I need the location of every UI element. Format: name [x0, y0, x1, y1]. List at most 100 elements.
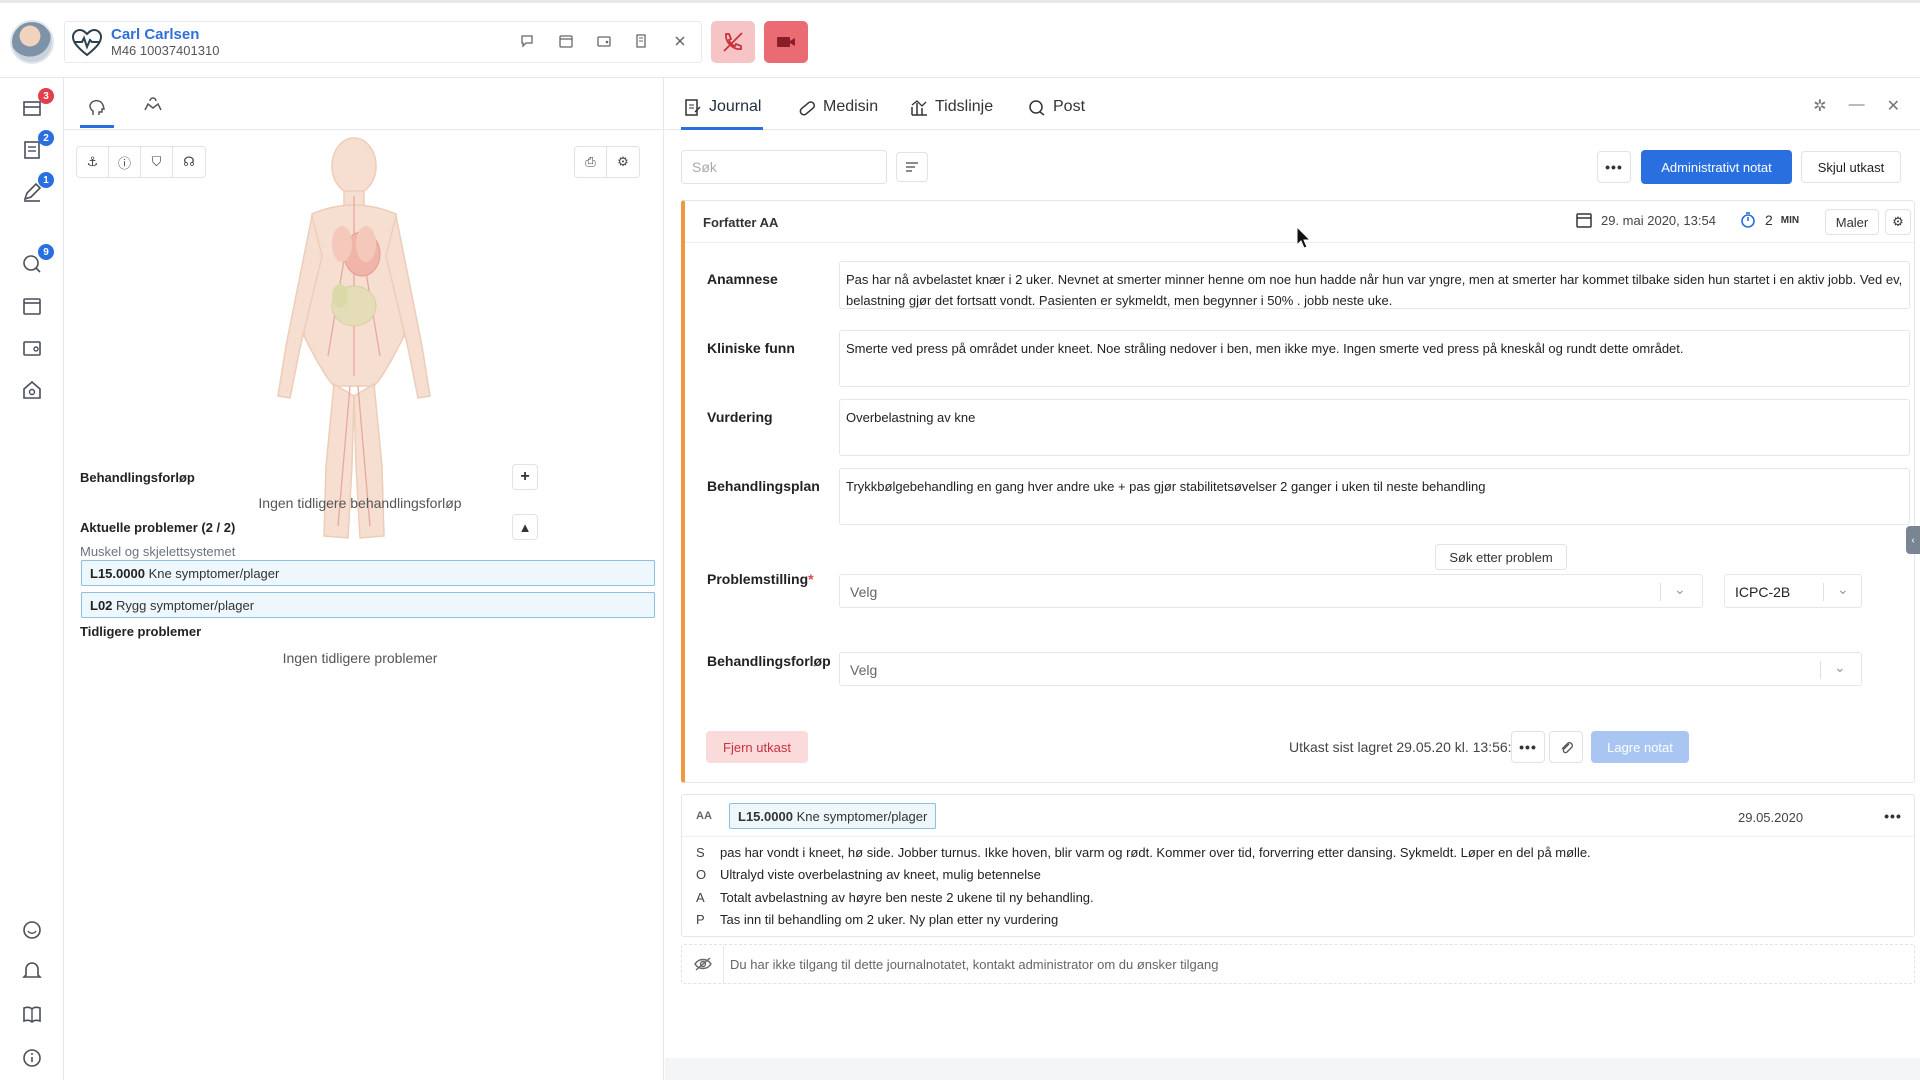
problem-text: Rygg symptomer/plager — [116, 598, 255, 613]
draft-status: Utkast sist lagret 29.05.20 kl. 13:56:40 — [1289, 739, 1528, 755]
chat-icon[interactable] — [519, 32, 537, 50]
tasks-badge: 1 — [38, 172, 54, 188]
hide-draft-button[interactable]: Skjul utkast — [1801, 151, 1901, 183]
alert-icon[interactable]: ⓘ — [109, 147, 141, 177]
chevron-down-icon: ⌄ — [1834, 659, 1846, 675]
filter-list-button[interactable] — [896, 152, 928, 182]
findings-field[interactable]: Smerte ved press på området under kneet.… — [839, 330, 1910, 387]
search-input[interactable]: Søk — [681, 150, 887, 184]
collapse-handle[interactable]: ‹ — [1906, 526, 1920, 554]
problem-select[interactable]: Velg ⌄ — [839, 574, 1703, 608]
document-list-icon[interactable] — [633, 32, 651, 50]
calendar-icon[interactable] — [557, 32, 575, 50]
problem-item[interactable]: L15.0000 Kne symptomer/plager — [81, 560, 655, 586]
tab-care[interactable] — [136, 90, 170, 118]
chart-icon — [911, 100, 927, 116]
inbox-badge: 3 — [38, 88, 54, 104]
anatomy-figure[interactable] — [264, 136, 444, 546]
chevron-left-icon: ‹ — [1911, 534, 1915, 546]
video-button[interactable] — [764, 21, 808, 63]
code-system-select[interactable]: ICPC-2B ⌄ — [1724, 574, 1862, 608]
nav-wallet[interactable] — [20, 336, 44, 360]
home-icon — [23, 380, 41, 399]
assessment-field[interactable]: Overbelastning av kne — [839, 399, 1910, 456]
wallet-icon — [23, 341, 41, 356]
book-icon — [23, 1006, 41, 1024]
body-map-tools: ⚓ ⓘ ⛉ ☊ — [76, 146, 206, 178]
tab-journal[interactable]: Journal — [681, 92, 764, 130]
nav-info[interactable] — [20, 1046, 44, 1070]
end-call-button[interactable] — [711, 21, 755, 63]
nav-notifications[interactable] — [20, 958, 44, 982]
note-more-button[interactable]: ••• — [1511, 731, 1545, 763]
nav-feedback[interactable] — [20, 918, 44, 942]
search-problem-button[interactable]: Søk etter problem — [1435, 544, 1567, 570]
gear-icon[interactable]: ⚙ — [607, 147, 639, 177]
templates-button[interactable]: Maler — [1825, 209, 1879, 235]
assessment-label: Vurdering — [707, 409, 773, 425]
triangle-up-icon: ▲ — [518, 519, 532, 535]
minimize-icon[interactable]: — — [1849, 96, 1865, 116]
more-options-button[interactable]: ••• — [1597, 151, 1631, 183]
app-root: Carl Carlsen M46 10037401310 3 2 1 9 ⚓ ⓘ… — [0, 0, 1920, 1080]
tab-body-map[interactable] — [80, 90, 114, 128]
nav-tasks[interactable]: 1 — [20, 172, 54, 204]
stopwatch-icon — [1741, 212, 1755, 228]
patient-id: M46 10037401310 — [111, 43, 220, 58]
patient-header[interactable]: Carl Carlsen M46 10037401310 — [64, 21, 702, 63]
soap-key: O — [696, 867, 707, 882]
close-icon[interactable] — [671, 32, 689, 50]
remove-draft-button[interactable]: Fjern utkast — [706, 731, 808, 763]
user-avatar[interactable] — [10, 20, 54, 64]
nav-handbook[interactable] — [20, 1002, 44, 1026]
problem-item[interactable]: L02 Rygg symptomer/plager — [81, 592, 655, 618]
nav-calendar[interactable] — [20, 294, 44, 318]
print-icon[interactable]: ⎙ — [575, 147, 607, 177]
body-map-actions: ⎙ ⚙ — [574, 146, 640, 178]
anamnese-field[interactable]: Pas har nå avbelastet knær i 2 uker. Nev… — [839, 261, 1910, 309]
note-settings-button[interactable]: ⚙ — [1885, 209, 1911, 235]
attach-button[interactable] — [1549, 731, 1583, 763]
nav-documents[interactable]: 2 — [20, 130, 54, 162]
nav-messages[interactable]: 9 — [20, 244, 54, 276]
entry-more-button[interactable]: ••• — [1878, 800, 1908, 832]
tab-post[interactable]: Post — [1025, 92, 1087, 130]
add-treatment-course-button[interactable]: + — [512, 464, 538, 490]
patient-name[interactable]: Carl Carlsen — [111, 26, 199, 43]
tab-label: Post — [1053, 98, 1086, 115]
close-icon[interactable]: ✕ — [1887, 96, 1900, 116]
anchor-icon[interactable]: ⚓ — [77, 147, 109, 177]
system-label: Muskel og skjelettsystemet — [80, 544, 236, 559]
nav-inbox[interactable]: 3 — [20, 88, 54, 120]
video-camera-icon — [777, 37, 795, 47]
soap-key: A — [696, 890, 705, 905]
problem-label-text: Problemstilling — [707, 571, 809, 587]
date-value: 29. mai 2020, 13:54 — [1601, 212, 1716, 228]
journal-icon — [685, 99, 701, 116]
tab-medication[interactable]: Medisin — [795, 92, 880, 130]
top-bar: Carl Carlsen M46 10037401310 — [0, 0, 1920, 78]
collapse-problems-button[interactable]: ▲ — [512, 514, 538, 540]
course-select[interactable]: Velg ⌄ — [839, 652, 1862, 686]
wallet-icon[interactable] — [595, 32, 613, 50]
entry-problem-tag[interactable]: L15.0000 Kne symptomer/plager — [729, 803, 937, 829]
entry-author: AA — [696, 810, 712, 822]
note-date[interactable]: 29. mai 2020, 13:54 — [1575, 211, 1716, 229]
findings-label: Kliniske funn — [707, 340, 795, 356]
draft-note: Forfatter AA 29. mai 2020, 13:54 2 MIN M… — [681, 200, 1915, 783]
plan-label: Behandlingsplan — [707, 478, 820, 494]
info-icon — [23, 1049, 41, 1067]
overview-tabs — [64, 78, 664, 130]
tab-timeline[interactable]: Tidslinje — [907, 92, 995, 130]
plan-field[interactable]: Trykkbølgebehandling en gang hver andre … — [839, 468, 1910, 525]
shield-icon[interactable]: ⛉ — [141, 147, 173, 177]
nav-home[interactable] — [20, 378, 44, 402]
soap-key: S — [696, 845, 705, 860]
bug-icon[interactable]: ✲ — [1813, 96, 1826, 116]
note-timer[interactable]: 2 MIN — [1739, 211, 1799, 229]
save-note-button[interactable]: Lagre notat — [1591, 731, 1689, 763]
journal-entry: AA L15.0000 Kne symptomer/plager 29.05.2… — [681, 794, 1915, 937]
admin-note-button[interactable]: Administrativt notat — [1641, 150, 1792, 184]
head-icon[interactable]: ☊ — [173, 147, 205, 177]
tab-label: Journal — [709, 98, 762, 115]
